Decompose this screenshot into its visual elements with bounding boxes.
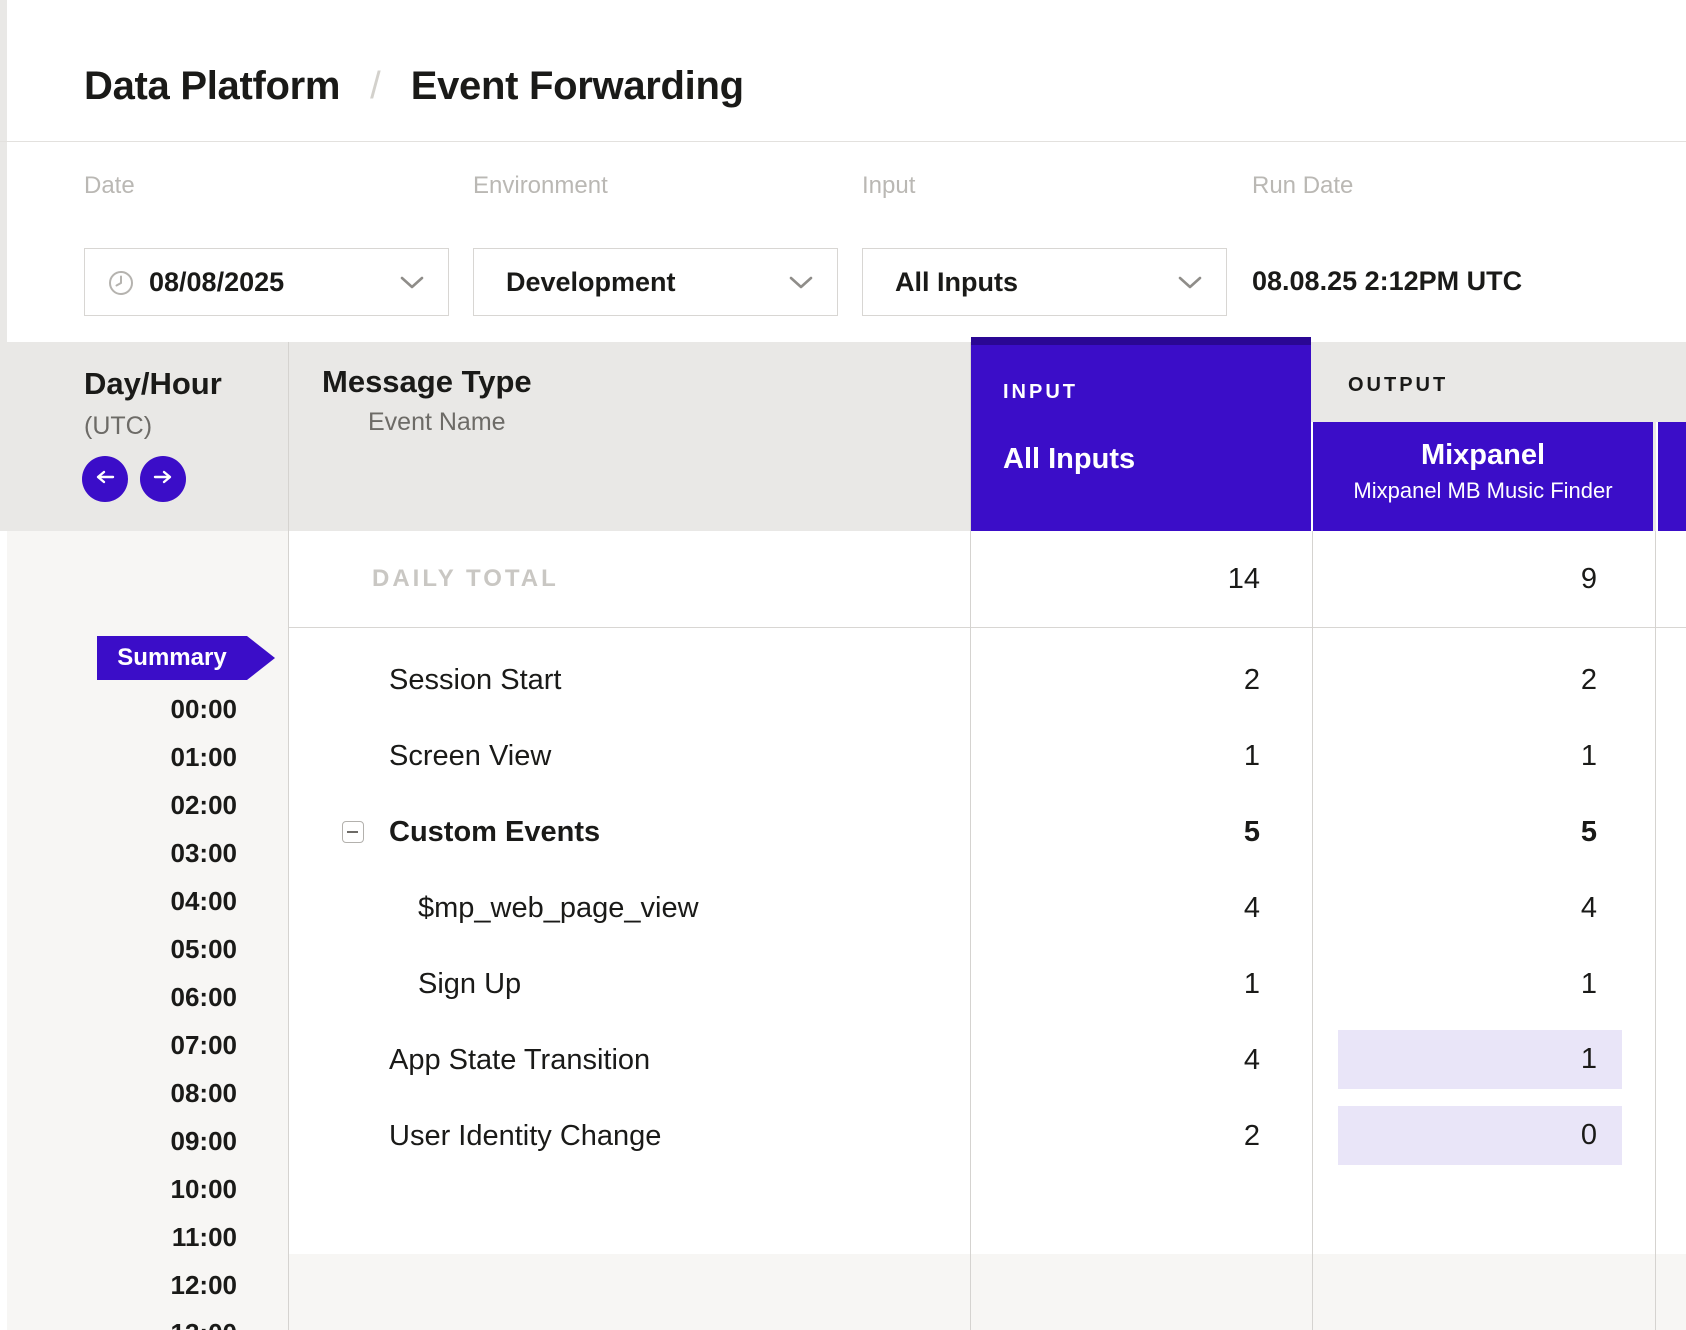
hour-nav-prev-button[interactable] (82, 456, 128, 502)
input-column-title: All Inputs (1003, 443, 1135, 476)
input-count: 4 (971, 1022, 1260, 1098)
breadcrumb-section[interactable]: Data Platform (84, 64, 340, 109)
summary-tab-arrow (247, 636, 275, 680)
message-type-label: Screen View (389, 718, 551, 794)
input-column-accent-bar (971, 337, 1311, 345)
daily-total-output-count: 9 (1313, 531, 1597, 627)
input-count: 1 (971, 718, 1260, 794)
event-forwarding-page: Data Platform / Event Forwarding Date En… (0, 0, 1686, 1330)
hour-item-0300[interactable]: 03:00 (0, 836, 237, 870)
mixpanel-column-title: Mixpanel (1313, 438, 1653, 472)
input-count: 5 (971, 794, 1260, 870)
event-name-label: Sign Up (418, 946, 521, 1022)
input-filter-value: All Inputs (895, 267, 1018, 298)
hour-item-0200[interactable]: 02:00 (0, 788, 237, 822)
header-divider (0, 141, 1686, 142)
hour-item-1200[interactable]: 12:00 (0, 1268, 237, 1302)
summary-tab[interactable]: Summary (97, 636, 247, 680)
hour-item-1000[interactable]: 10:00 (0, 1172, 237, 1206)
breadcrumb: Data Platform / Event Forwarding (84, 64, 744, 109)
environment-filter-value: Development (506, 267, 676, 298)
output-count: 4 (1313, 870, 1597, 946)
arrow-left-icon (92, 469, 118, 490)
table-row-sign-up: Sign Up 1 1 (288, 946, 1686, 1022)
message-type-label: App State Transition (389, 1022, 650, 1098)
input-group-label: INPUT (1003, 381, 1078, 404)
daily-total-label: DAILY TOTAL (372, 531, 559, 627)
table-row-custom-events: Custom Events 5 5 (288, 794, 1686, 870)
daily-total-row: DAILY TOTAL 14 9 (288, 531, 1686, 628)
output-count: 2 (1313, 642, 1597, 718)
hour-item-0700[interactable]: 07:00 (0, 1028, 237, 1062)
input-count: 2 (971, 1098, 1260, 1174)
page-title: Event Forwarding (411, 64, 744, 109)
table-row-mp-web-page-view: $mp_web_page_view 4 4 (288, 870, 1686, 946)
hour-item-0400[interactable]: 04:00 (0, 884, 237, 918)
hour-nav-next-button[interactable] (140, 456, 186, 502)
output-count-highlighted: 0 (1338, 1106, 1622, 1165)
date-filter-value: 08/08/2025 (149, 267, 284, 298)
column-header-event-name: Event Name (368, 408, 506, 437)
input-column-header: INPUT All Inputs (971, 337, 1311, 531)
hour-item-1300[interactable]: 13:00 (0, 1316, 237, 1330)
column-header-day-hour: Day/Hour (84, 366, 222, 402)
empty-rows-zone (289, 1254, 1686, 1330)
message-type-label: Custom Events (389, 794, 600, 870)
next-output-column-header-partial (1656, 422, 1686, 531)
column-header-day-hour-unit: (UTC) (84, 412, 152, 441)
hour-item-0500[interactable]: 05:00 (0, 932, 237, 966)
input-count: 4 (971, 870, 1260, 946)
sidebar-column-divider (288, 342, 289, 1330)
output-count-highlighted: 1 (1338, 1030, 1622, 1089)
environment-filter-dropdown[interactable]: Development (473, 248, 838, 316)
daily-total-input-count: 14 (971, 531, 1260, 627)
hour-item-0900[interactable]: 09:00 (0, 1124, 237, 1158)
run-date-value: 08.08.25 2:12PM UTC (1252, 266, 1522, 297)
hour-item-0800[interactable]: 08:00 (0, 1076, 237, 1110)
table-row-session-start: Session Start 2 2 (288, 642, 1686, 718)
chevron-down-icon (400, 276, 424, 295)
arrow-right-icon (150, 469, 176, 490)
output-count: 5 (1313, 794, 1597, 870)
minus-glyph (347, 831, 358, 833)
date-filter-label: Date (84, 172, 135, 200)
page-edge-strip (0, 0, 7, 342)
date-filter-dropdown[interactable]: 08/08/2025 (84, 248, 449, 316)
clock-icon (107, 269, 135, 302)
hour-item-0100[interactable]: 01:00 (0, 740, 237, 774)
hour-item-0600[interactable]: 06:00 (0, 980, 237, 1014)
breadcrumb-separator: / (370, 65, 381, 108)
collapse-icon[interactable] (342, 821, 364, 843)
message-type-label: Session Start (389, 642, 561, 718)
run-date-label: Run Date (1252, 172, 1353, 200)
event-name-label: $mp_web_page_view (418, 870, 699, 946)
output-column-divider-2 (1655, 531, 1656, 1330)
input-filter-label: Input (862, 172, 915, 200)
message-type-label: User Identity Change (389, 1098, 661, 1174)
hour-item-0000[interactable]: 00:00 (0, 692, 237, 726)
mixpanel-column-subtitle: Mixpanel MB Music Finder (1313, 478, 1653, 504)
chevron-down-icon (1178, 276, 1202, 295)
input-count: 1 (971, 946, 1260, 1022)
mixpanel-column-header: Mixpanel Mixpanel MB Music Finder (1311, 422, 1653, 531)
column-header-message-type: Message Type (322, 364, 532, 400)
input-filter-dropdown[interactable]: All Inputs (862, 248, 1227, 316)
input-count: 2 (971, 642, 1260, 718)
hour-item-1100[interactable]: 11:00 (0, 1220, 237, 1254)
input-column-divider (970, 342, 971, 1330)
output-group-label: OUTPUT (1348, 374, 1448, 397)
table-row-screen-view: Screen View 1 1 (288, 718, 1686, 794)
table-row-user-identity-change: User Identity Change 2 0 (288, 1098, 1686, 1174)
chevron-down-icon (789, 276, 813, 295)
output-column-divider (1312, 531, 1313, 1330)
output-count: 1 (1313, 718, 1597, 794)
table-row-app-state-transition: App State Transition 4 1 (288, 1022, 1686, 1098)
environment-filter-label: Environment (473, 172, 608, 200)
output-count: 1 (1313, 946, 1597, 1022)
